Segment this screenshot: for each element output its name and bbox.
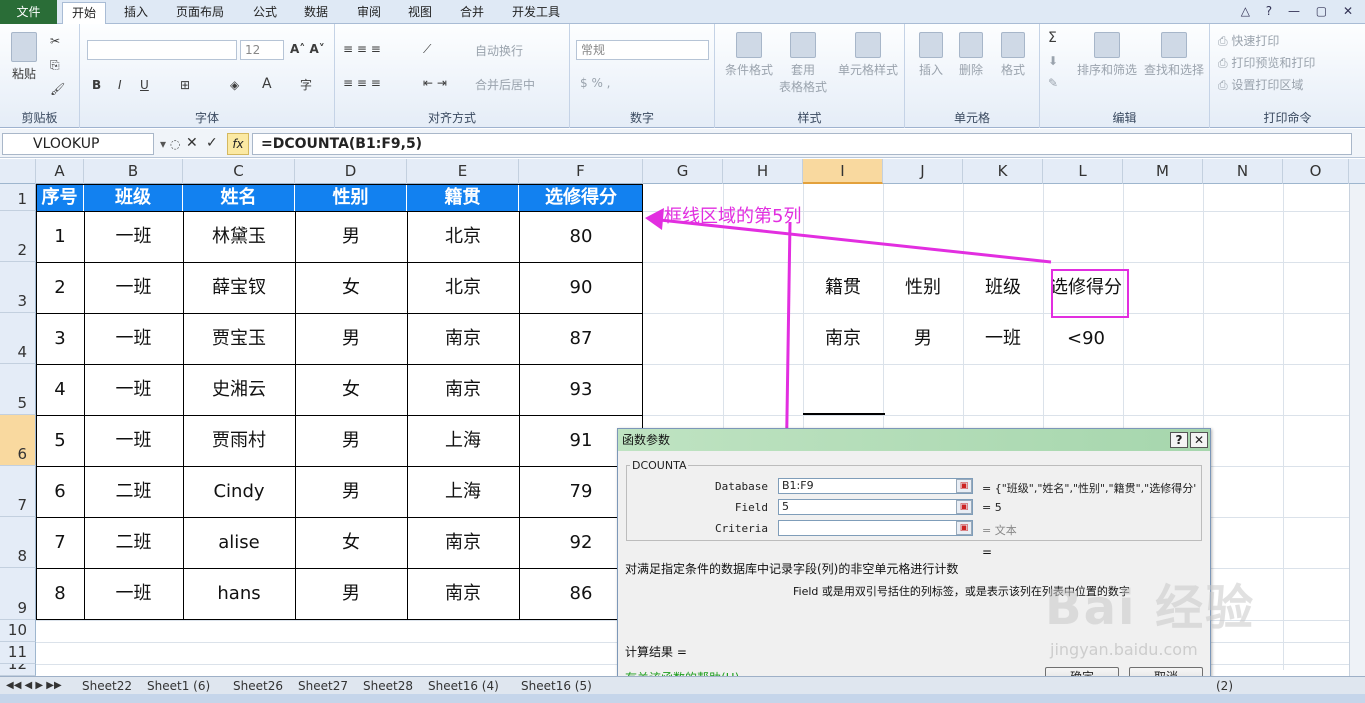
sheet-tab[interactable]: Sheet28 [359,677,417,695]
criteria-result: = 文本 [982,524,1017,537]
range-picker-icon[interactable]: ▣ [956,521,972,535]
sheet-tab[interactable]: Sheet22 [78,677,136,695]
vertical-scrollbar[interactable] [1349,184,1365,676]
database-input[interactable]: B1:F9 [778,478,973,494]
help-button[interactable]: ? [1170,432,1188,448]
field-input[interactable]: 5 [778,499,973,515]
close-button[interactable]: ✕ [1190,432,1208,448]
sheet-nav-arrows-icon[interactable]: ◀◀ ◀ ▶ ▶▶ [2,677,66,695]
range-picker-icon[interactable]: ▣ [956,500,972,514]
sheet-tab[interactable]: Sheet16 (4) [424,677,503,695]
range-picker-icon[interactable]: ▣ [956,479,972,493]
criteria-input[interactable] [778,520,973,536]
result-label: 计算结果 = [625,645,687,659]
function-name: DCOUNTA [630,459,689,472]
field-label: Field [734,501,768,514]
database-label: Database [715,480,768,493]
arrow-head-left [645,208,664,230]
sheet-tab[interactable]: Sheet27 [294,677,352,695]
sheet-tab[interactable]: Sheet26 [229,677,287,695]
function-description: 对满足指定条件的数据库中记录字段(列)的非空单元格进行计数 [625,562,959,576]
dialog-title[interactable]: 函数参数 [618,429,1210,451]
sheet-tab-bar: ◀◀ ◀ ▶ ▶▶ Sheet22 Sheet1 (6) Sheet26 She… [0,676,1365,694]
arrow-line-left [659,218,1052,264]
sheet-tab[interactable]: (2) [1212,677,1237,695]
overall-result-eq: = [982,545,993,559]
database-result: = {"班级","姓名","性别","籍贯","选修得分"} [982,482,1196,495]
watermark-logo: Bai 经验 [1045,580,1256,636]
field-result: = 5 [982,501,1002,514]
sheet-tab[interactable]: Sheet1 (6) [143,677,214,695]
watermark-url: jingyan.baidu.com [1050,640,1198,659]
sheet-tab[interactable]: Sheet16 (5) [517,677,596,695]
status-bar [0,694,1365,703]
criteria-label: Criteria [715,522,768,535]
